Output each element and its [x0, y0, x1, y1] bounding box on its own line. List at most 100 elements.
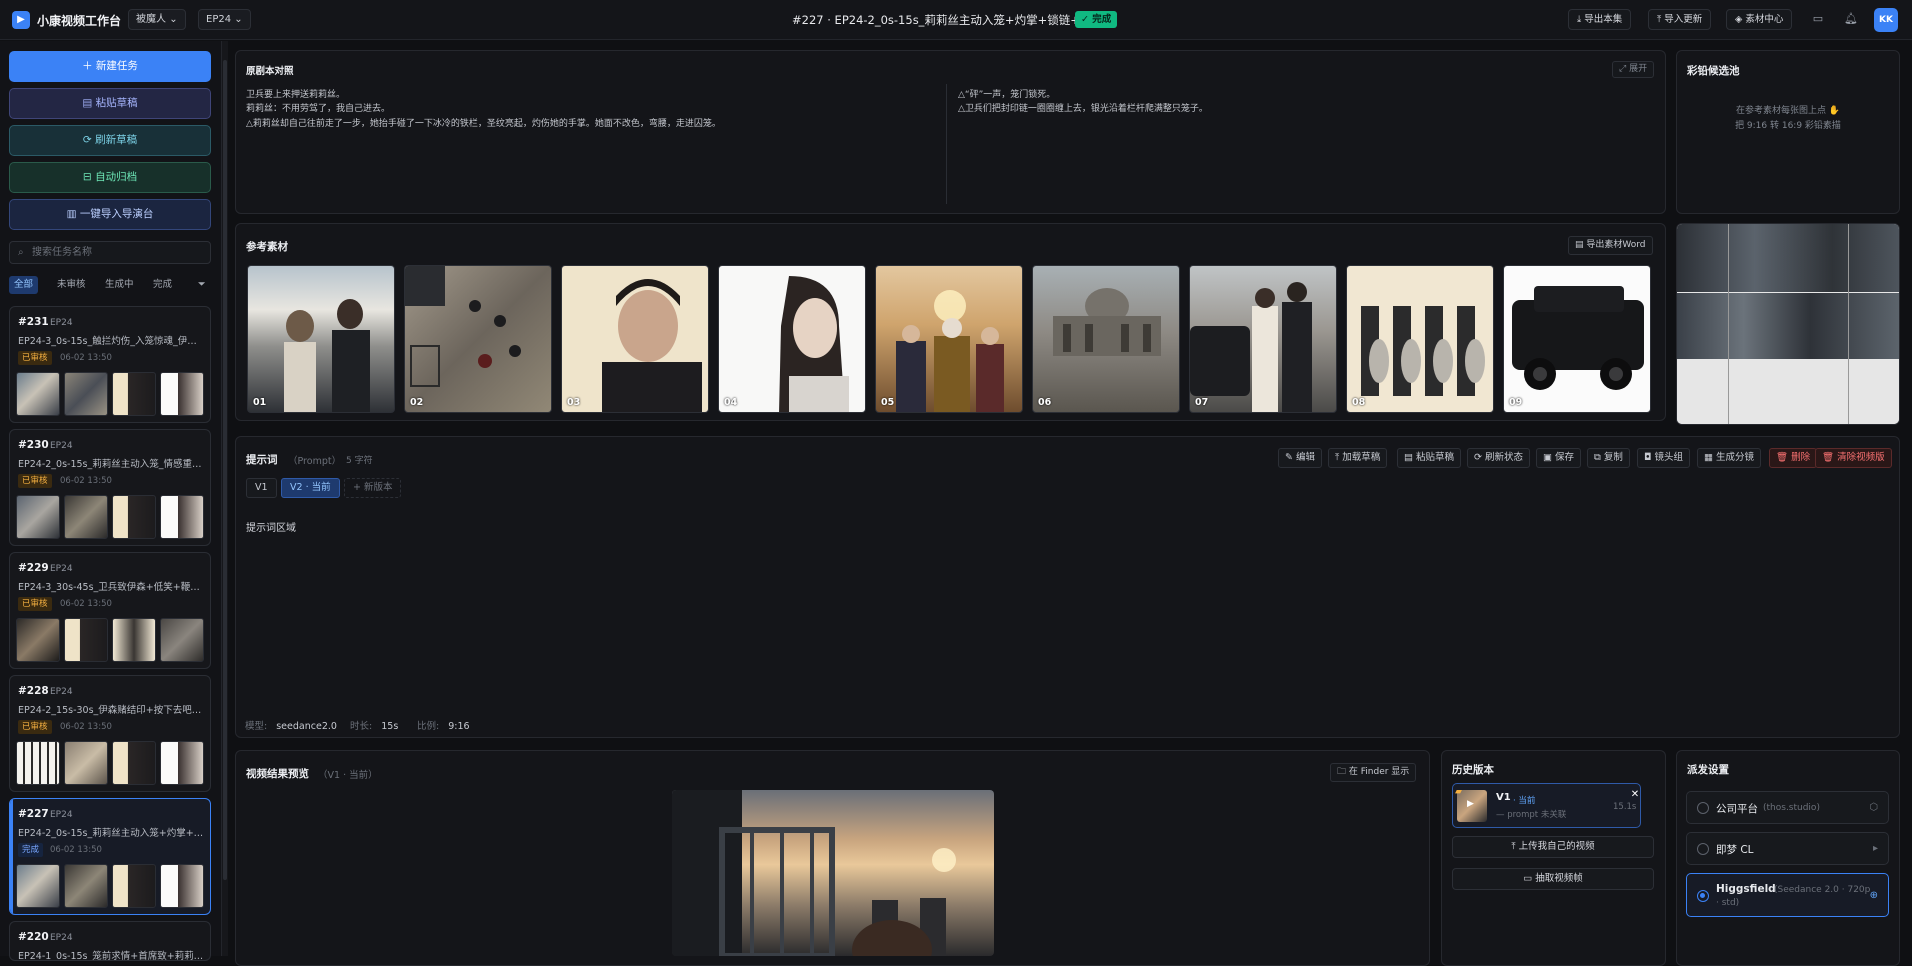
reference-image[interactable]: 07 [1189, 265, 1337, 413]
task-episode: EP24 [50, 810, 73, 820]
version-tab-v2[interactable]: V2 · 当前 [281, 478, 340, 498]
task-thumbnails [16, 864, 206, 908]
delete-button[interactable]: 🗑︎ 删除 [1769, 448, 1818, 468]
export-episode-button[interactable]: ⤓ 导出本集 [1568, 9, 1632, 30]
thumbnail-image [64, 495, 108, 539]
episode-select[interactable]: EP24 ⌄ [198, 9, 251, 30]
paste-draft-button[interactable]: ▤ 粘贴草稿 [9, 88, 211, 119]
task-card[interactable]: #230 EP24 EP24-2_0s-15s_莉莉丝主动入笼_情感重排... … [9, 429, 211, 546]
globe-icon: ⊕ [1869, 890, 1878, 901]
thumbnail-image [64, 741, 108, 785]
version-tab-v1[interactable]: V1 [246, 478, 277, 498]
reference-figures [1512, 286, 1644, 390]
task-thumbnails [16, 741, 206, 785]
thumbnail-image [112, 618, 156, 662]
copy-button[interactable]: ⧉ 复制 [1587, 448, 1630, 468]
new-version-button[interactable]: + 新版本 [344, 478, 402, 498]
filter-done[interactable]: 完成 [148, 276, 177, 294]
edit-button[interactable]: ✎ 编辑 [1278, 448, 1323, 468]
prompt-textarea[interactable]: 提示词区域 [246, 519, 296, 534]
generate-storyboard-label: 生成分镜 [1716, 452, 1755, 463]
upload-icon: ⤒ [1657, 14, 1662, 25]
load-draft-button[interactable]: ⤒ 加载草稿 [1328, 448, 1388, 468]
book-icon: ▥ [66, 208, 77, 220]
reference-image[interactable]: 02 [404, 265, 552, 413]
radio-button-selected[interactable] [1697, 890, 1709, 902]
calendar-icon[interactable]: ▭ [1811, 12, 1825, 26]
radio-button[interactable] [1697, 843, 1709, 855]
dist-option-company[interactable]: 公司平台 (thos.studio) ⬡ [1686, 791, 1889, 824]
reference-image[interactable]: 01 [247, 265, 395, 413]
new-task-button[interactable]: ＋ 新建任务 [9, 51, 211, 82]
sidebar-scrollbar-thumb[interactable] [223, 60, 227, 880]
extract-frames-button[interactable]: ▭ 抽取视频帧 [1452, 868, 1654, 890]
filter-funnel-icon[interactable]: ⏷ [193, 276, 211, 294]
task-card[interactable]: #229 EP24 EP24-3_30s-45s_卫兵致伊森+低笑+鞭解... … [9, 552, 211, 669]
video-player[interactable] [672, 790, 994, 956]
refresh-draft-button[interactable]: ⟳ 刷新草稿 [9, 125, 211, 156]
dist-option-higgsfield[interactable]: Higgsfield (Seedance 2.0 · 720p · std) ⊕ [1686, 873, 1889, 917]
thumbnail-image [112, 864, 156, 908]
reference-image[interactable]: 09 [1503, 265, 1651, 413]
filter-all[interactable]: 全部 [9, 276, 39, 294]
task-card[interactable]: #228 EP24 EP24-2_15s-30s_伊森赌结印+按下去吧+... … [9, 675, 211, 792]
history-version-card[interactable]: ▰ ▶ V1 · 当前 — prompt 未关联 15.1s ✕ [1452, 783, 1641, 828]
export-word-button[interactable]: ▤ 导出素材Word [1568, 236, 1653, 255]
shot-group-button[interactable]: ◘ 镜头组 [1637, 448, 1691, 468]
video-frame [672, 790, 956, 956]
refresh-status-button[interactable]: ⟳ 刷新状态 [1467, 448, 1531, 468]
task-card[interactable]: #231 EP24 EP24-3_0s-15s_触拦灼伤_入笼惊魂_伊森... … [9, 306, 211, 423]
plus-icon: ＋ [82, 60, 93, 72]
search-input[interactable]: ⌕ 搜索任务名称 [9, 241, 211, 264]
dist-option-jimeng[interactable]: 即梦 CL ▸ [1686, 832, 1889, 865]
storyboard-hint: 在参考素材每张图上点 ✋ [1735, 106, 1841, 116]
storyboard-grid[interactable] [1676, 223, 1900, 425]
paste-draft-prompt-button[interactable]: ▤ 粘贴草稿 [1397, 448, 1462, 468]
upload-icon: ⤒ [1511, 841, 1516, 852]
save-button[interactable]: ▣ 保存 [1536, 448, 1582, 468]
reference-figures [405, 266, 521, 387]
refresh-icon: ⟳ [82, 134, 92, 146]
auto-archive-button[interactable]: ⊟ 自动归档 [9, 162, 211, 193]
folder-icon: 🗀 [1337, 767, 1347, 777]
task-card-selected[interactable]: #227 EP24 EP24-2_0s-15s_莉莉丝主动入笼+灼掌+锁... … [9, 798, 211, 915]
upload-own-video-button[interactable]: ⤒ 上传我自己的视频 [1452, 836, 1654, 858]
asset-center-button[interactable]: ◈ 素材中心 [1726, 9, 1793, 30]
task-episode: EP24 [50, 441, 73, 451]
clear-video-label: 清除视频版 [1837, 452, 1885, 463]
refresh-status-label: 刷新状态 [1485, 452, 1524, 463]
status-badge: ✓ 完成 [1075, 11, 1118, 28]
delete-label: 删除 [1791, 452, 1811, 463]
reference-image[interactable]: 06 [1032, 265, 1180, 413]
avatar[interactable]: KK [1874, 8, 1898, 32]
filter-generating[interactable]: 生成中 [100, 276, 139, 294]
close-icon[interactable]: ✕ [1628, 788, 1642, 802]
refresh-icon: ⟳ [1474, 452, 1482, 463]
thumbnail-image [64, 372, 108, 416]
task-card[interactable]: #220 EP24 EP24-1_0s-15s_笼前求情+首席致+莉莉丝... [9, 921, 211, 961]
extract-frames-label: 抽取视频帧 [1535, 873, 1583, 884]
bell-icon[interactable]: 🔔︎ [1844, 12, 1858, 26]
reference-image[interactable]: 04 [718, 265, 866, 413]
reference-image[interactable]: 08 [1346, 265, 1494, 413]
clear-video-button[interactable]: 🗑︎ 清除视频版 [1815, 448, 1892, 468]
thumbnail-image [16, 864, 60, 908]
generate-storyboard-button[interactable]: ▦ 生成分镜 [1697, 448, 1762, 468]
duration-meta: 时长: 15s [350, 718, 398, 732]
import-director-button[interactable]: ▥ 一键导入导演台 [9, 199, 211, 230]
task-episode: EP24 [50, 564, 73, 574]
reference-image[interactable]: 03 [561, 265, 709, 413]
trash-icon: 🗑︎ [1776, 452, 1789, 463]
reference-image[interactable]: 05 [875, 265, 1023, 413]
check-icon: ✓ [1081, 14, 1089, 25]
show-in-finder-button[interactable]: 🗀 在 Finder 显示 [1330, 763, 1417, 782]
workspace-select[interactable]: 被魔人 ⌄ [128, 9, 186, 30]
top-bar: ▶ 小康视频工作台 被魔人 ⌄ EP24 ⌄ #227 · EP24-2_0s-… [0, 0, 1912, 40]
script-divider [946, 84, 947, 204]
app-title: 小康视频工作台 [37, 14, 122, 28]
history-duration: 15.1s [1613, 802, 1637, 812]
import-update-button[interactable]: ⤒ 导入更新 [1648, 9, 1712, 30]
radio-button[interactable] [1697, 802, 1709, 814]
filter-unreviewed[interactable]: 未审核 [52, 276, 91, 294]
expand-button[interactable]: ⤢ 展开 [1612, 61, 1655, 78]
